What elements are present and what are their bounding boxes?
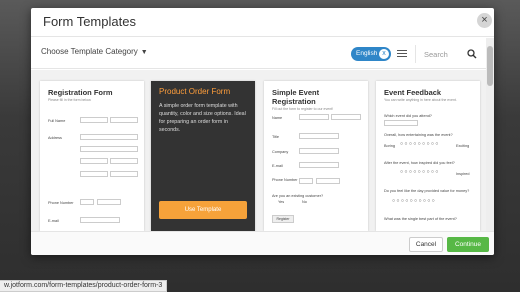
- template-card-product-order[interactable]: Product Order Form A simple order form t…: [151, 81, 255, 231]
- language-filter-chip[interactable]: English x: [351, 47, 391, 61]
- clear-language-icon[interactable]: x: [379, 49, 389, 59]
- field-box: [331, 114, 361, 120]
- field-box: [80, 134, 138, 140]
- caret-down-icon: ▼: [140, 49, 148, 56]
- field-box: [316, 178, 340, 184]
- field-box: [299, 114, 329, 120]
- field-label: Phone Number: [48, 201, 74, 205]
- question-label: Which event did you attend?: [384, 114, 432, 118]
- field-box: [80, 117, 108, 123]
- question-label: After the event, how inspired did you fe…: [384, 161, 455, 165]
- option-no[interactable]: No: [302, 200, 307, 204]
- use-template-button[interactable]: Use Template: [159, 201, 247, 219]
- templates-grid: Registration Form Please fill in the for…: [31, 70, 486, 255]
- search-input[interactable]: Search: [424, 50, 448, 59]
- field-box: [80, 171, 108, 177]
- cancel-button[interactable]: Cancel: [409, 237, 443, 252]
- field-label: E-mail: [272, 164, 283, 168]
- rating-scale[interactable]: ○ ○ ○ ○ ○ ○ ○ ○ ○ ○: [392, 198, 435, 204]
- question-label: Overall, how entertaining was the event?: [384, 133, 453, 137]
- filter-sliders-icon[interactable]: [397, 48, 407, 58]
- field-label: Title: [272, 135, 280, 139]
- template-card-event-feedback[interactable]: Event Feedback You can write anything in…: [376, 81, 480, 231]
- category-dropdown[interactable]: Choose Template Category ▼: [41, 47, 148, 56]
- scale-right-label: Exciting: [456, 144, 470, 148]
- field-box: [299, 162, 339, 168]
- template-card-registration[interactable]: Registration Form Please fill in the for…: [40, 81, 144, 231]
- template-card-event-registration[interactable]: Simple Event Registration Fill out the f…: [264, 81, 368, 231]
- search-box[interactable]: Search: [415, 45, 481, 63]
- scrollbar-thumb[interactable]: [487, 46, 493, 86]
- field-box: [299, 148, 339, 154]
- language-label: English: [356, 50, 378, 57]
- field-box: [80, 217, 120, 223]
- question-label: Do you feel like the day provided value …: [384, 189, 470, 193]
- field-label: Phone Number: [272, 178, 298, 182]
- rating-scale[interactable]: ○ ○ ○ ○ ○ ○ ○ ○ ○: [400, 141, 438, 147]
- field-label: E-mail: [48, 219, 59, 223]
- register-button[interactable]: Register: [272, 215, 294, 223]
- field-box: [299, 178, 313, 184]
- vertical-scrollbar[interactable]: [486, 38, 494, 231]
- card-subtitle: You can write anything in here about the…: [384, 98, 457, 102]
- card-title: Registration Form: [48, 88, 113, 97]
- field-label: Are you an existing customer?: [272, 194, 324, 198]
- search-icon[interactable]: [467, 49, 477, 59]
- option-yes[interactable]: Yes: [278, 200, 284, 204]
- category-label: Choose Template Category: [41, 47, 138, 56]
- card-description: A simple order form template with quanti…: [159, 103, 246, 133]
- template-toolbar: Choose Template Category ▼ English x Searc…: [31, 36, 494, 69]
- card-title: Event Feedback: [384, 88, 442, 97]
- field-box: [97, 199, 121, 205]
- field-box: [299, 133, 339, 139]
- field-box: [110, 158, 138, 164]
- field-box: [384, 120, 418, 126]
- scale-left-label: Boring: [384, 144, 395, 148]
- field-box: [110, 117, 138, 123]
- rating-scale[interactable]: ○ ○ ○ ○ ○ ○ ○ ○ ○: [400, 169, 438, 175]
- close-icon[interactable]: ×: [477, 13, 492, 28]
- field-label: Full Name: [48, 119, 66, 123]
- card-subtitle: Please fill in the form below.: [48, 98, 92, 102]
- field-box: [80, 146, 138, 152]
- question-label: What was the single best part of the eve…: [384, 217, 457, 221]
- field-box: [110, 171, 138, 177]
- field-label: Name: [272, 116, 283, 120]
- field-label: Address: [48, 136, 62, 140]
- status-bar-url: w.jotform.com/form-templates/product-ord…: [0, 280, 168, 292]
- field-label: Company: [272, 150, 289, 154]
- field-box: [80, 158, 108, 164]
- form-templates-modal: Form Templates × Choose Template Categor…: [31, 8, 494, 255]
- card-title: Product Order Form: [159, 87, 231, 96]
- modal-footer: Cancel Continue: [31, 231, 494, 255]
- modal-title: Form Templates: [43, 14, 136, 29]
- card-subtitle: Fill out the form to register to our eve…: [272, 107, 334, 111]
- continue-button[interactable]: Continue: [447, 237, 489, 252]
- card-title: Simple Event Registration: [272, 88, 320, 106]
- field-box: [80, 199, 94, 205]
- scale-right-label: Inspired: [456, 172, 470, 176]
